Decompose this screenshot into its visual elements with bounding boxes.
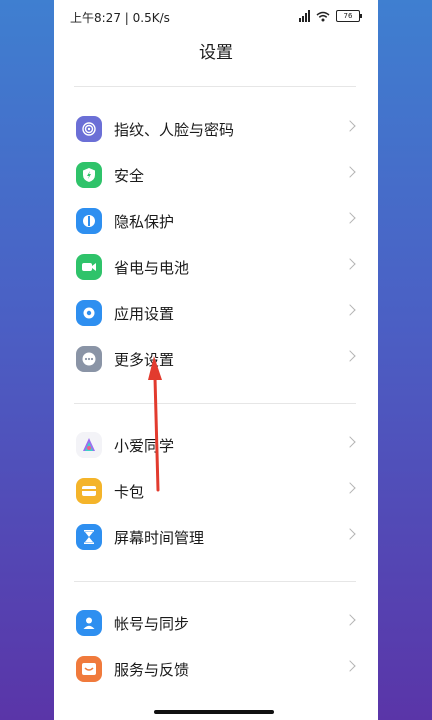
annotation-arrow-icon [148, 356, 162, 492]
settings-screen: 上午8:27 | 0.5K/s 76 设置 指纹、人脸与密码 安全 隐私保护 省… [54, 0, 378, 720]
